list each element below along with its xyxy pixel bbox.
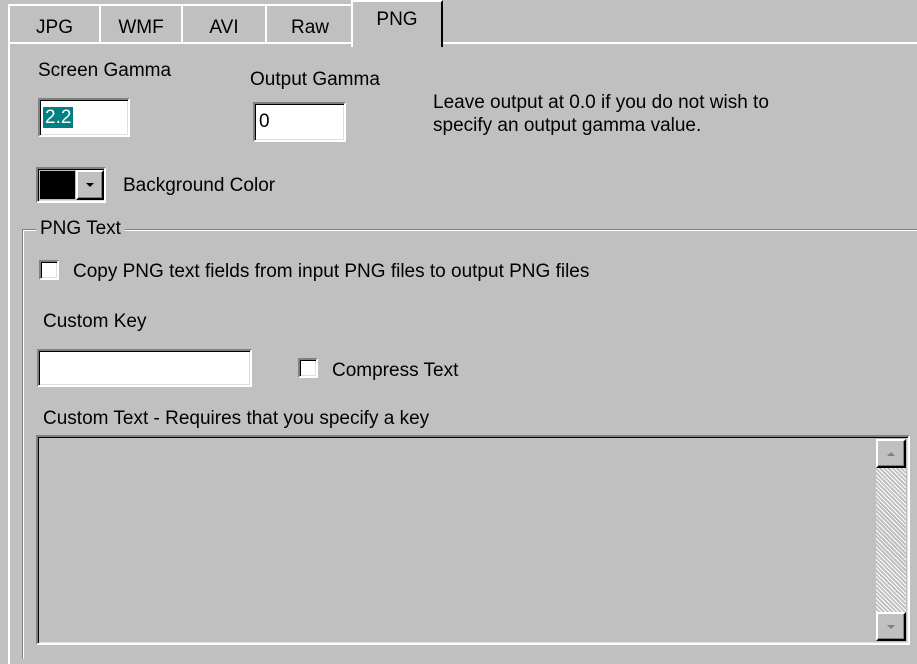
copy-png-text-label: Copy PNG text fields from input PNG file… bbox=[73, 261, 590, 282]
copy-png-text-checkbox[interactable] bbox=[39, 260, 59, 280]
color-dropdown-button[interactable] bbox=[76, 170, 104, 200]
custom-key-label: Custom Key bbox=[43, 311, 147, 332]
color-swatch bbox=[40, 171, 75, 199]
background-color-label: Background Color bbox=[123, 175, 276, 196]
custom-text-scrollbar[interactable] bbox=[876, 439, 906, 641]
output-gamma-label: Output Gamma bbox=[250, 69, 380, 90]
scroll-up-button[interactable] bbox=[876, 439, 906, 468]
compress-text-checkbox[interactable] bbox=[298, 358, 318, 378]
chevron-down-icon bbox=[86, 183, 94, 187]
output-gamma-input[interactable]: 0 bbox=[253, 102, 346, 142]
hint-line-1: Leave output at 0.0 if you do not wish t… bbox=[433, 92, 769, 113]
output-gamma-hint: Leave output at 0.0 if you do not wish t… bbox=[433, 91, 769, 137]
png-text-group-title: PNG Text bbox=[36, 218, 125, 240]
custom-text-label: Custom Text - Requires that you specify … bbox=[43, 408, 430, 429]
scroll-down-button[interactable] bbox=[876, 612, 906, 641]
output-gamma-value: 0 bbox=[259, 111, 270, 132]
background-color-picker[interactable] bbox=[36, 167, 106, 203]
hint-line-2: specify an output gamma value. bbox=[433, 115, 702, 136]
custom-text-area[interactable] bbox=[36, 435, 910, 645]
screen-gamma-label: Screen Gamma bbox=[38, 60, 172, 81]
arrow-up-icon bbox=[887, 452, 895, 456]
compress-text-label: Compress Text bbox=[332, 360, 459, 381]
arrow-down-icon bbox=[887, 625, 895, 629]
screen-gamma-value: 2.2 bbox=[43, 107, 74, 128]
custom-key-input[interactable] bbox=[37, 349, 252, 387]
screen-gamma-input[interactable]: 2.2 bbox=[38, 98, 130, 137]
